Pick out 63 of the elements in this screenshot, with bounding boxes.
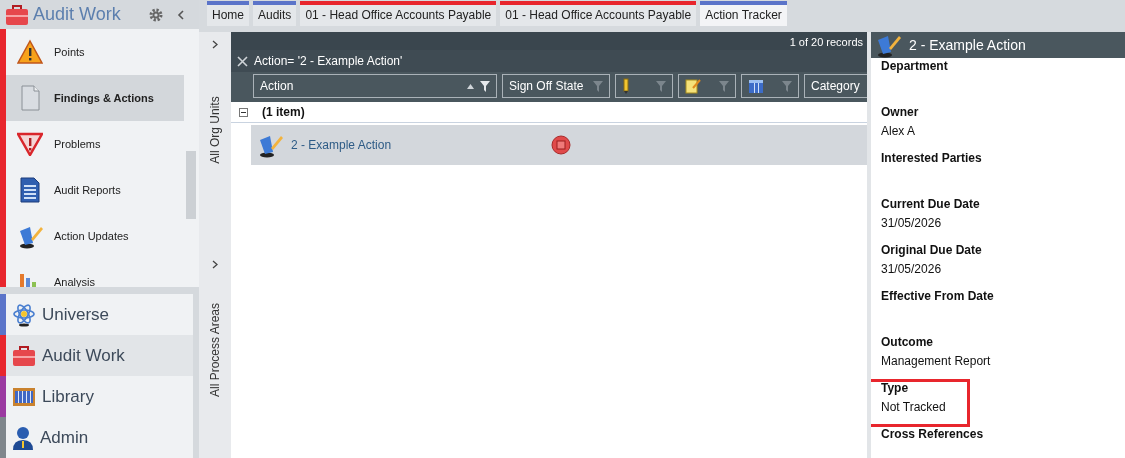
atom-icon [12,302,36,327]
column-header[interactable]: Action [253,74,497,98]
expand-icon[interactable] [212,260,218,269]
record-count: 1 of 20 records [788,35,864,50]
note-icon [685,78,701,94]
module-item[interactable]: Admin [0,417,193,458]
expand-icon[interactable] [212,40,218,49]
field-label: Owner [881,104,920,119]
field-label: Type [881,380,910,395]
field-label: Outcome [881,334,934,349]
bookshelf-icon [12,386,36,407]
column-header[interactable] [615,74,673,98]
panel-label[interactable]: All Org Units [208,96,222,164]
module-item[interactable]: Audit Work [0,335,193,376]
filter-icon[interactable] [480,80,490,92]
nav-item[interactable]: Action Updates [6,213,184,260]
nav-item[interactable]: Audit Reports [6,167,184,214]
user-icon [12,425,34,450]
warning-icon [17,39,43,66]
field-value: Not Tracked [881,400,947,414]
briefcase-icon [12,344,36,367]
report-icon [19,177,41,204]
sidebar-title: Audit Work [33,4,122,26]
briefcase-icon [5,3,29,26]
field-label: Current Due Date [881,196,981,211]
nav-item[interactable]: Points [6,29,184,76]
field-label: Effective From Date [881,288,995,303]
stop-icon [551,135,571,155]
column-header[interactable] [678,74,736,98]
tab[interactable]: 01 - Head Office Accounts Payable [300,1,497,26]
tab[interactable]: Home [207,1,249,26]
table-row[interactable]: 2 - Example Action [251,125,867,165]
sort-icon[interactable] [467,83,474,89]
collapse-toggle[interactable] [239,107,248,117]
module-item[interactable]: Library [0,376,193,417]
detail-title: 2 - Example Action [909,37,1026,53]
field-value: Alex A [881,124,917,138]
field-value: 31/05/2026 [881,262,943,276]
field-label: Department [881,58,949,73]
nav-item[interactable]: Problems [6,121,184,168]
settings-icon[interactable] [149,7,163,22]
field-label: Cross References [881,426,985,441]
field-value: 31/05/2026 [881,216,943,230]
module-item[interactable]: Universe [0,294,193,335]
column-header[interactable] [741,74,799,98]
table-icon [748,78,764,94]
collapse-icon[interactable] [177,9,185,20]
field-value: Management Report [881,354,992,368]
field-label: Original Due Date [881,242,983,257]
pencil-icon [622,78,630,94]
document-icon [19,85,41,112]
nav-item[interactable]: Findings & Actions [6,75,184,122]
warning-triangle-icon [17,132,43,157]
filter-text: Action= '2 - Example Action' [254,54,403,68]
column-header[interactable]: Sign Off State [502,74,610,98]
field-label: Interested Parties [881,150,983,165]
group-label: (1 item) [262,105,305,119]
tab[interactable]: Action Tracker [700,1,787,26]
close-icon[interactable] [237,55,248,67]
tab[interactable]: Audits [253,1,297,26]
action-link[interactable]: 2 - Example Action [291,138,543,152]
panel-label[interactable]: All Process Areas [208,303,222,397]
tab[interactable]: 01 - Head Office Accounts Payable [500,1,697,26]
